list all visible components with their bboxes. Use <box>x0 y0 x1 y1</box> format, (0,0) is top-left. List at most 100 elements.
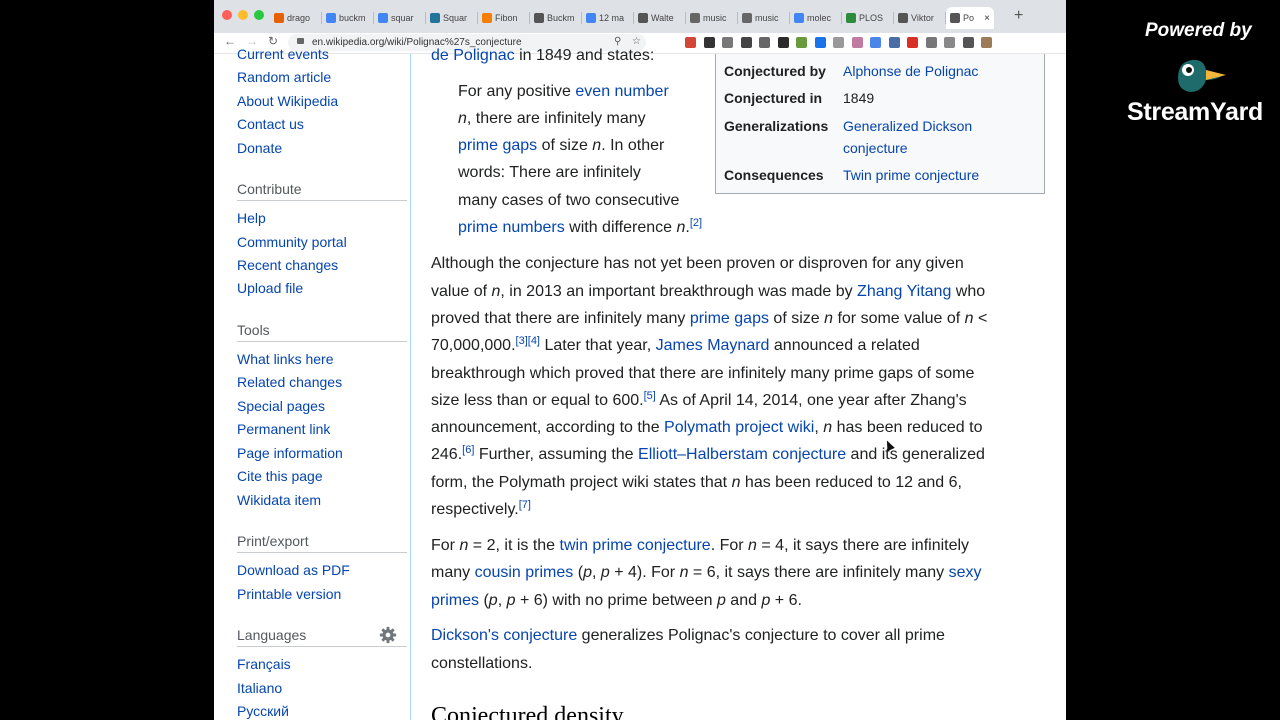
firefox-icon <box>274 13 284 23</box>
browser-tab[interactable]: Buckm <box>530 7 582 29</box>
zoom-icon[interactable]: ⚲ <box>614 36 621 47</box>
sidebar-special-pages[interactable]: Special pages <box>237 398 325 414</box>
intro-line: de Polignac in 1849 and states: <box>431 47 655 64</box>
browser-tab[interactable]: PLOS <box>842 7 894 29</box>
browser-tab[interactable]: squar <box>374 7 426 29</box>
sidebar-help[interactable]: Help <box>237 210 266 226</box>
wikipedia-icon <box>950 13 960 23</box>
sidebar-cite-this-page[interactable]: Cite this page <box>237 468 323 484</box>
extension-icon[interactable] <box>944 37 955 48</box>
browser-tab[interactable]: Walte <box>634 7 686 29</box>
extension-icon[interactable] <box>907 37 918 48</box>
sidebar-page-information[interactable]: Page information <box>237 445 343 461</box>
sidebar-community-portal[interactable]: Community portal <box>237 234 347 250</box>
extension-icon[interactable] <box>814 37 826 48</box>
new-tab-button[interactable]: + <box>1014 7 1023 25</box>
james-maynard-link[interactable]: James Maynard <box>656 337 770 354</box>
infobox-value-generalizations[interactable]: Generalized Dickson <box>843 118 972 134</box>
sidebar-lang-italian[interactable]: Italiano <box>237 680 282 696</box>
extension-icon[interactable] <box>851 37 863 48</box>
cousin-primes-link[interactable]: cousin primes <box>475 564 574 581</box>
elliott-halberstam-link[interactable]: Elliott–Halberstam conjecture <box>638 446 846 463</box>
citation-5[interactable]: [5] <box>644 390 656 402</box>
extension-icon[interactable] <box>722 37 733 48</box>
sidebar-upload-file[interactable]: Upload file <box>237 280 303 296</box>
polymath-project-link[interactable]: Polymath project wiki <box>664 419 814 436</box>
sidebar-lang-french[interactable]: Français <box>237 656 291 672</box>
sidebar-download-pdf[interactable]: Download as PDF <box>237 562 350 578</box>
minimize-window-button[interactable] <box>238 10 248 20</box>
infobox-value-conjectured-by[interactable]: Alphonse de Polignac <box>843 63 978 79</box>
extension-icon[interactable] <box>759 37 770 48</box>
infobox-value-consequences[interactable]: Twin prime conjecture <box>843 167 979 183</box>
browser-tab[interactable]: molec <box>790 7 842 29</box>
sexy-primes-link[interactable]: sexy <box>949 564 982 581</box>
extension-icon[interactable] <box>925 37 937 48</box>
citation-7[interactable]: [7] <box>519 499 531 511</box>
sidebar-wikidata-item[interactable]: Wikidata item <box>237 492 321 508</box>
maximize-window-button[interactable] <box>254 10 264 20</box>
sidebar-lang-russian[interactable]: Русский <box>237 703 289 719</box>
tab-label: Buckm <box>547 13 575 23</box>
citation-2[interactable]: [2] <box>690 217 702 229</box>
sidebar-random-article[interactable]: Random article <box>237 69 331 85</box>
sidebar-divider <box>237 341 407 342</box>
extension-icon[interactable] <box>833 37 844 48</box>
blogger-icon <box>482 13 492 23</box>
browser-tab[interactable]: buckm <box>322 7 374 29</box>
citation-6[interactable]: [6] <box>462 444 474 456</box>
browser-tab[interactable]: 12 ma <box>582 7 634 29</box>
browser-tab[interactable]: drago <box>270 7 322 29</box>
sidebar-contact-us[interactable]: Contact us <box>237 116 304 132</box>
browser-tab[interactable]: music <box>686 7 738 29</box>
extension-icon[interactable] <box>777 37 789 48</box>
close-window-button[interactable] <box>222 10 232 20</box>
tab-label: drago <box>287 13 311 23</box>
sidebar-donate[interactable]: Donate <box>237 140 282 156</box>
extension-icon[interactable] <box>981 37 992 48</box>
tab-label: music <box>755 13 779 23</box>
zhang-yitang-link[interactable]: Zhang Yitang <box>857 283 951 300</box>
polignac-link[interactable]: de Polignac <box>431 47 515 64</box>
prime-gaps-link[interactable]: prime gaps <box>458 137 537 154</box>
back-button[interactable]: ← <box>224 34 236 48</box>
infobox-key-generalizations: Generalizations <box>724 118 829 134</box>
sidebar-about-wikipedia[interactable]: About Wikipedia <box>237 93 338 109</box>
browser-tab[interactable]: Viktor <box>894 7 946 29</box>
infobox: Conjectured by Alphonse de Polignac Conj… <box>715 54 1045 194</box>
powered-by-text: Powered by <box>1145 20 1252 41</box>
sidebar-recent-changes[interactable]: Recent changes <box>237 257 338 273</box>
sidebar-current-events[interactable]: Current events <box>237 46 329 62</box>
citation-3-4[interactable]: [3][4] <box>516 335 540 347</box>
prime-numbers-link[interactable]: prime numbers <box>458 219 565 236</box>
extension-icon[interactable] <box>888 37 900 48</box>
extension-icon[interactable] <box>870 37 881 48</box>
browser-tab[interactable]: music <box>738 7 790 29</box>
dicksons-conjecture-link[interactable]: Dickson's conjecture <box>431 627 577 644</box>
sidebar-permanent-link[interactable]: Permanent link <box>237 421 330 437</box>
content-border <box>410 54 411 720</box>
sidebar-heading-languages: Languages <box>237 627 307 643</box>
sidebar-what-links-here[interactable]: What links here <box>237 351 333 367</box>
browser-tab[interactable]: Squar <box>426 7 478 29</box>
bookmark-star-icon[interactable]: ☆ <box>632 36 641 47</box>
sidebar-printable-version[interactable]: Printable version <box>237 586 341 602</box>
sidebar-heading-print-export: Print/export <box>237 533 309 549</box>
prime-gaps-link-2[interactable]: prime gaps <box>690 310 769 327</box>
even-number-link[interactable]: even number <box>575 83 668 100</box>
extension-icon[interactable] <box>685 37 696 48</box>
extension-icon[interactable] <box>962 37 974 48</box>
sexy-primes-link-2[interactable]: primes <box>431 592 479 609</box>
infobox-value-generalizations-cont[interactable]: conjecture <box>843 140 908 156</box>
twin-prime-link[interactable]: twin prime conjecture <box>560 537 711 554</box>
gear-icon[interactable] <box>379 626 397 644</box>
extension-icon[interactable] <box>740 37 752 48</box>
extension-icon[interactable] <box>796 37 807 48</box>
extension-icon[interactable] <box>703 37 715 48</box>
sidebar-related-changes[interactable]: Related changes <box>237 374 342 390</box>
plos-icon <box>846 13 856 23</box>
tab-label: Viktor <box>911 13 934 23</box>
close-tab-icon[interactable]: × <box>984 13 990 24</box>
browser-tab[interactable]: Po × <box>946 7 994 29</box>
browser-tab[interactable]: Fibon <box>478 7 530 29</box>
